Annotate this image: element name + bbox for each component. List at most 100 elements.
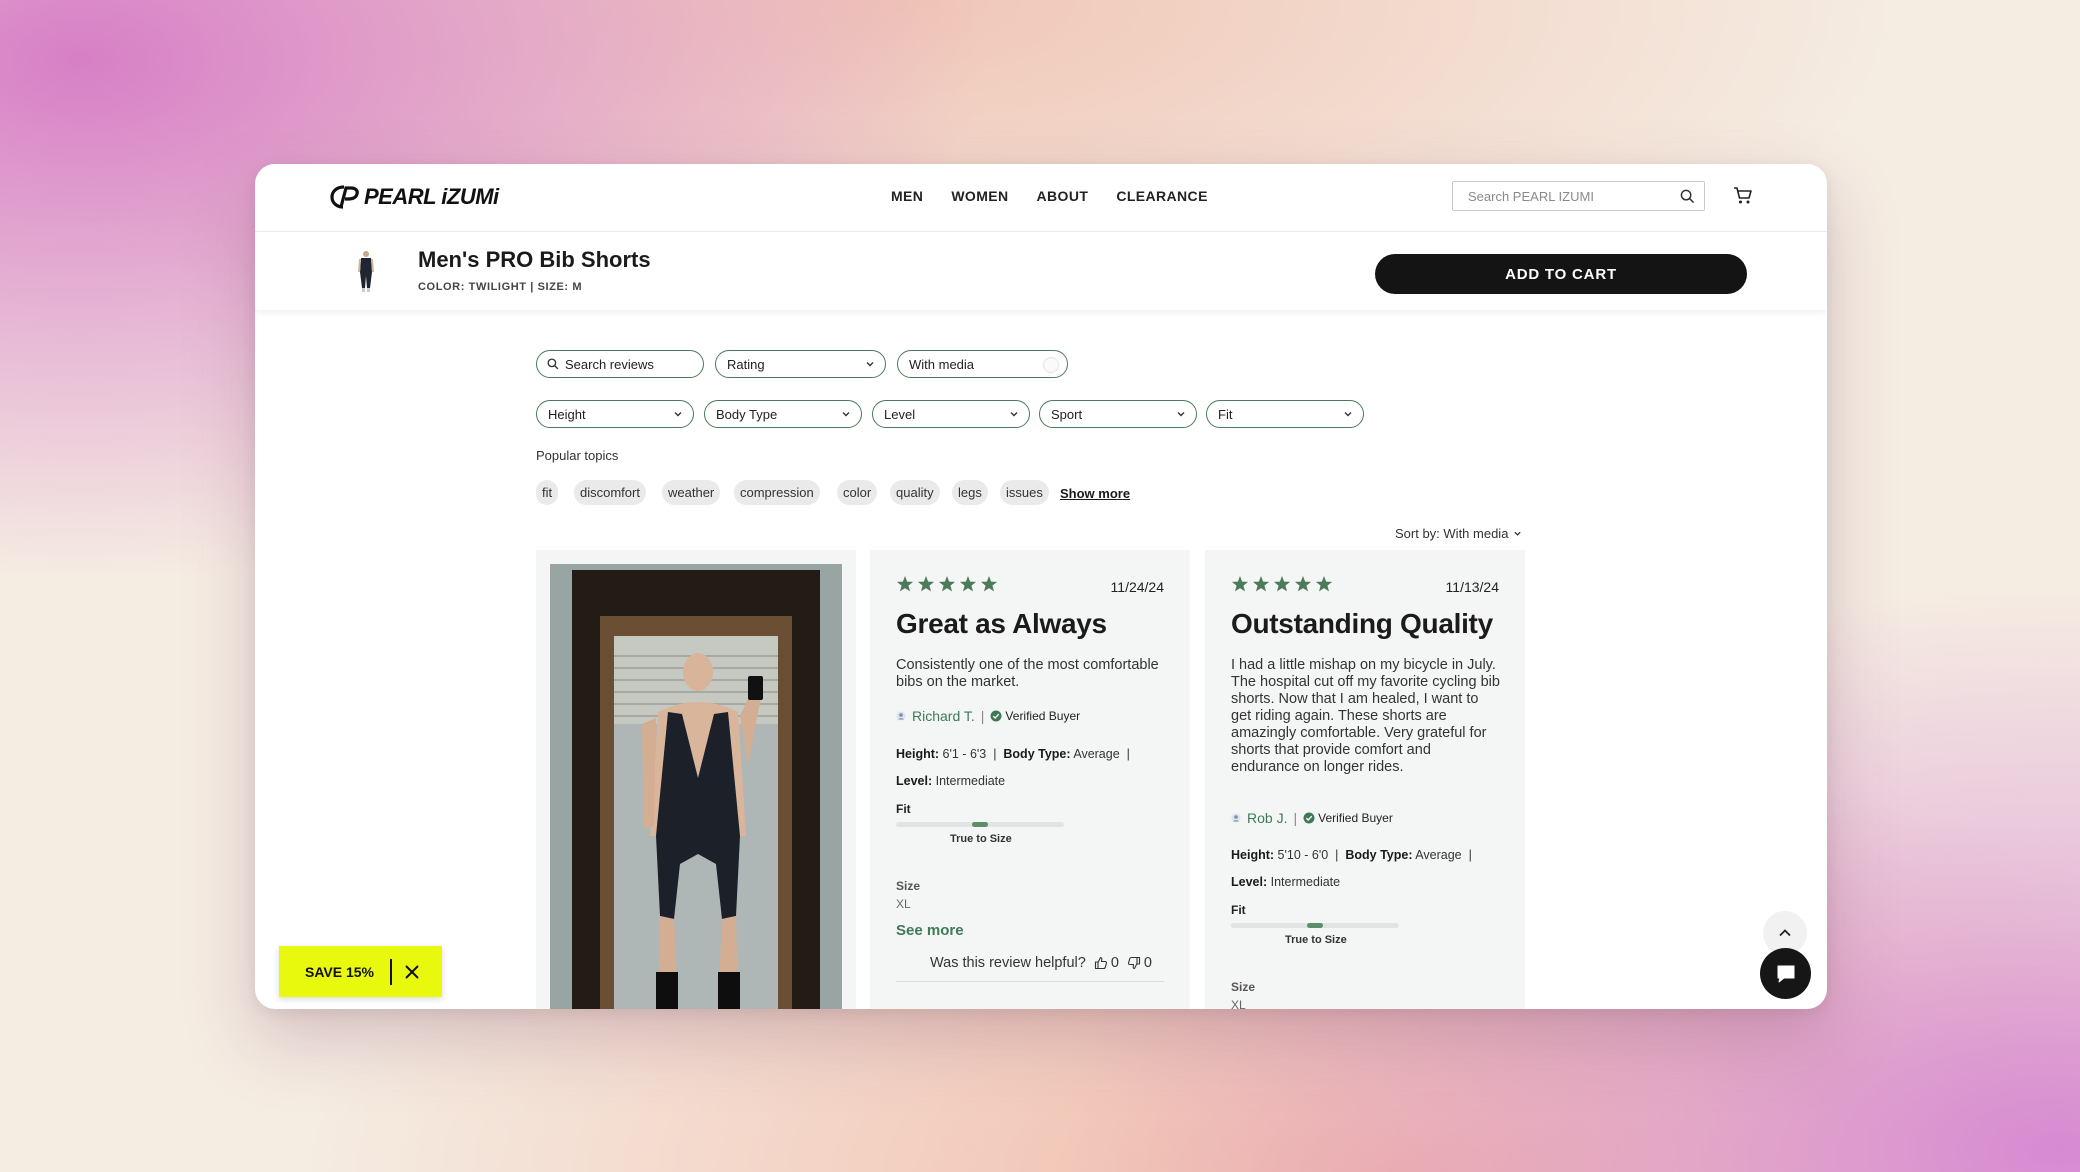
show-more-topics-link[interactable]: Show more <box>1060 486 1130 501</box>
review-author: Richard T. | Verified Buyer <box>896 708 1080 724</box>
author-name[interactable]: Rob J. <box>1247 810 1287 826</box>
site-search-input[interactable] <box>1466 188 1670 205</box>
review-date: 11/24/24 <box>1110 579 1164 595</box>
nav-men[interactable]: MEN <box>891 188 923 204</box>
size-label: Size <box>896 879 921 893</box>
review-body: I had a little mishap on my bicycle in J… <box>1231 657 1500 775</box>
nav-women[interactable]: WOMEN <box>951 188 1008 204</box>
chevron-down-icon <box>866 362 874 367</box>
review-search[interactable]: Search reviews <box>536 350 704 378</box>
author-divider: | <box>980 708 985 724</box>
chevron-up-icon <box>1779 929 1791 937</box>
popular-topics-label: Popular topics <box>536 448 619 463</box>
review-photo-card <box>536 550 856 1009</box>
review-date: 11/13/24 <box>1445 579 1499 595</box>
attr-label: Level: <box>1231 875 1268 889</box>
logo-mark-icon <box>330 185 359 209</box>
search-icon <box>547 358 559 370</box>
height-dropdown-label: Height <box>548 406 586 422</box>
fit-marker <box>1307 923 1323 928</box>
topic-chip[interactable]: fit <box>536 480 559 505</box>
promo-divider <box>390 958 392 985</box>
product-thumbnail[interactable] <box>355 250 377 292</box>
star-icon <box>1294 576 1312 592</box>
star-icon <box>980 576 998 592</box>
helpful-up-count: 0 <box>1110 955 1119 971</box>
chat-bubble-icon <box>1777 965 1794 982</box>
attr-label: Height: <box>896 747 940 761</box>
review-search-placeholder: Search reviews <box>565 356 654 372</box>
site-search <box>1452 181 1705 211</box>
topic-chip[interactable]: legs <box>952 480 988 505</box>
size-label: Size <box>1231 980 1256 994</box>
product-title: Men's PRO Bib Shorts <box>418 247 651 272</box>
topic-chip[interactable]: weather <box>662 480 721 505</box>
level-dropdown-label: Level <box>884 406 916 422</box>
nav-clearance[interactable]: CLEARANCE <box>1116 188 1208 204</box>
helpful-no-button[interactable]: 0 <box>1127 955 1152 971</box>
nav-about[interactable]: ABOUT <box>1037 188 1089 204</box>
sort-dropdown[interactable]: Sort by: With media <box>1395 526 1522 541</box>
helpful-yes-button[interactable]: 0 <box>1094 955 1119 971</box>
fit-dropdown[interactable]: Fit <box>1206 400 1364 428</box>
review-card: 11/13/24 Outstanding Quality I had a lit… <box>1205 550 1525 1009</box>
body-type-dropdown[interactable]: Body Type <box>704 400 862 428</box>
check-circle-icon <box>1303 812 1315 824</box>
browser-window: PEARL iZUMi MEN WOMEN ABOUT CLEARANCE Se… <box>255 164 1827 1009</box>
cart-icon[interactable] <box>1733 186 1753 205</box>
rating-dropdown-label: Rating <box>727 356 765 372</box>
star-icon <box>896 576 914 592</box>
thumbs-down-icon <box>1127 956 1140 970</box>
with-media-toggle[interactable]: With media <box>897 350 1068 378</box>
site-logo[interactable]: PEARL iZUMi <box>330 184 499 210</box>
with-media-label: With media <box>909 356 975 372</box>
promo-close-button[interactable] <box>404 964 420 980</box>
topic-chip[interactable]: quality <box>890 480 940 505</box>
body-type-dropdown-label: Body Type <box>716 406 778 422</box>
search-icon[interactable] <box>1680 189 1695 204</box>
thumbs-up-icon <box>1094 956 1107 970</box>
user-icon <box>1231 813 1241 823</box>
toggle-switch[interactable] <box>1043 357 1059 373</box>
fit-label: Fit <box>896 802 911 816</box>
level-dropdown[interactable]: Level <box>872 400 1030 428</box>
chat-button[interactable] <box>1760 948 1811 999</box>
helpful-row: Was this review helpful? 0 0 <box>930 955 1152 971</box>
promo-label[interactable]: SAVE 15% <box>305 964 374 980</box>
author-name[interactable]: Richard T. <box>912 708 975 724</box>
topic-chip[interactable]: compression <box>734 480 820 505</box>
review-title: Great as Always <box>896 608 1107 639</box>
logo-text: PEARL iZUMi <box>364 184 499 209</box>
topic-chip[interactable]: color <box>837 480 878 505</box>
attr-level: Intermediate <box>1270 875 1341 889</box>
star-icon <box>1273 576 1291 592</box>
check-circle-icon <box>990 710 1002 722</box>
review-title: Outstanding Quality <box>1231 608 1493 639</box>
star-icon <box>959 576 977 592</box>
add-to-cart-button[interactable]: ADD TO CART <box>1375 254 1747 294</box>
topic-chip[interactable]: issues <box>1000 480 1049 505</box>
fit-result: True to Size <box>950 833 1012 845</box>
sport-dropdown[interactable]: Sport <box>1039 400 1197 428</box>
star-rating <box>896 576 998 592</box>
star-icon <box>1315 576 1333 592</box>
fit-dropdown-label: Fit <box>1218 406 1233 422</box>
sort-label: Sort by: With media <box>1395 526 1509 541</box>
topic-chip[interactable]: discomfort <box>574 480 646 505</box>
rating-dropdown[interactable]: Rating <box>715 350 886 378</box>
author-divider: | <box>1293 810 1298 826</box>
helpful-down-count: 0 <box>1143 955 1152 971</box>
star-rating <box>1231 576 1333 592</box>
reviewer-attributes: Height: 6'1 - 6'3 | Body Type: Average |… <box>896 747 1130 788</box>
attr-label: Body Type: <box>1003 747 1071 761</box>
fit-scale <box>896 822 1064 827</box>
review-photo[interactable] <box>550 564 842 1009</box>
review-author: Rob J. | Verified Buyer <box>1231 810 1393 826</box>
verified-buyer-badge: Verified Buyer <box>1303 811 1393 825</box>
height-dropdown[interactable]: Height <box>536 400 694 428</box>
see-more-link[interactable]: See more <box>896 922 964 939</box>
chevron-down-icon <box>1344 412 1352 417</box>
attr-height: 5'10 - 6'0 <box>1277 848 1329 862</box>
attr-label: Body Type: <box>1345 848 1413 862</box>
star-icon <box>1231 576 1249 592</box>
